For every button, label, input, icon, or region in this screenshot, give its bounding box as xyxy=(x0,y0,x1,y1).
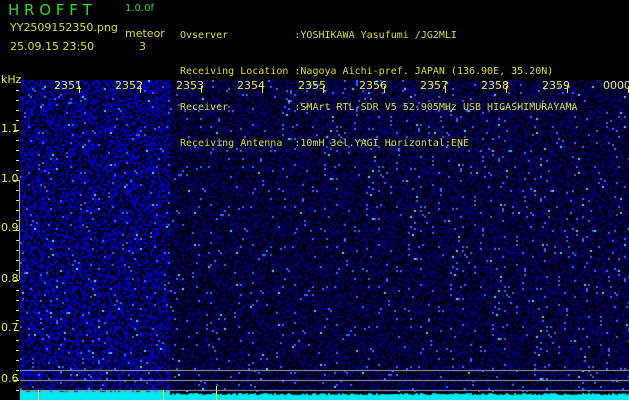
y-unit-label: kHz xyxy=(1,73,22,86)
info-label: Receiver xyxy=(180,102,295,113)
datetime-label: 25.09.15 23:50 xyxy=(10,40,95,53)
info-receiver: Receiver :SMArt RTL-SDR V5 52.905MHz USB… xyxy=(180,102,577,114)
meteor-count: 3 xyxy=(139,40,146,53)
x-tick-label: 2358 xyxy=(481,79,509,92)
y-tick-label: 0.8 xyxy=(1,272,19,285)
version-label: 1.0.0f xyxy=(125,3,154,14)
info-observer: Ovserver :YOSHIKAWA Yasufumi /JG2MLI xyxy=(180,30,577,42)
y-tick-label: 0.7 xyxy=(1,321,19,334)
x-tick-label: 2353 xyxy=(176,79,204,92)
filename-label: YY2509152350.png xyxy=(10,21,118,34)
y-tick-label: 0.9 xyxy=(1,221,19,234)
type-label: meteor xyxy=(125,27,165,40)
app-title: H R O F F T xyxy=(8,1,92,19)
x-tick-label: 2351 xyxy=(54,79,82,92)
y-tick-label: 1.1 xyxy=(1,122,19,135)
info-label: Ovserver xyxy=(180,30,295,41)
info-location: Receiving Location :Nagoya Aichi-pref. J… xyxy=(180,66,577,78)
x-tick-label: 2355 xyxy=(298,79,326,92)
info-antenna: Receiving Antenna :10mH 3el.YAGI Horizon… xyxy=(180,138,577,150)
x-tick-label: 2354 xyxy=(237,79,265,92)
x-tick-label: 2356 xyxy=(359,79,387,92)
y-tick-label: 0.6 xyxy=(1,372,19,385)
info-value: :SMArt RTL-SDR V5 52.905MHz USB HIGASHIM… xyxy=(294,102,578,113)
info-label: Receiving Antenna xyxy=(180,138,295,149)
info-label: Receiving Location xyxy=(180,66,295,77)
y-tick-label: 1.0 xyxy=(1,172,19,185)
x-tick-label: 0000 xyxy=(603,79,629,92)
x-tick-label: 2359 xyxy=(542,79,570,92)
x-tick-label: 2352 xyxy=(115,79,143,92)
info-value: :10mH 3el.YAGI Horizontal:ENE xyxy=(294,138,469,149)
info-value: :Nagoya Aichi-pref. JAPAN (136.90E, 35.2… xyxy=(294,66,554,77)
info-value: :YOSHIKAWA Yasufumi /JG2MLI xyxy=(294,30,457,41)
x-tick-label: 2357 xyxy=(420,79,448,92)
